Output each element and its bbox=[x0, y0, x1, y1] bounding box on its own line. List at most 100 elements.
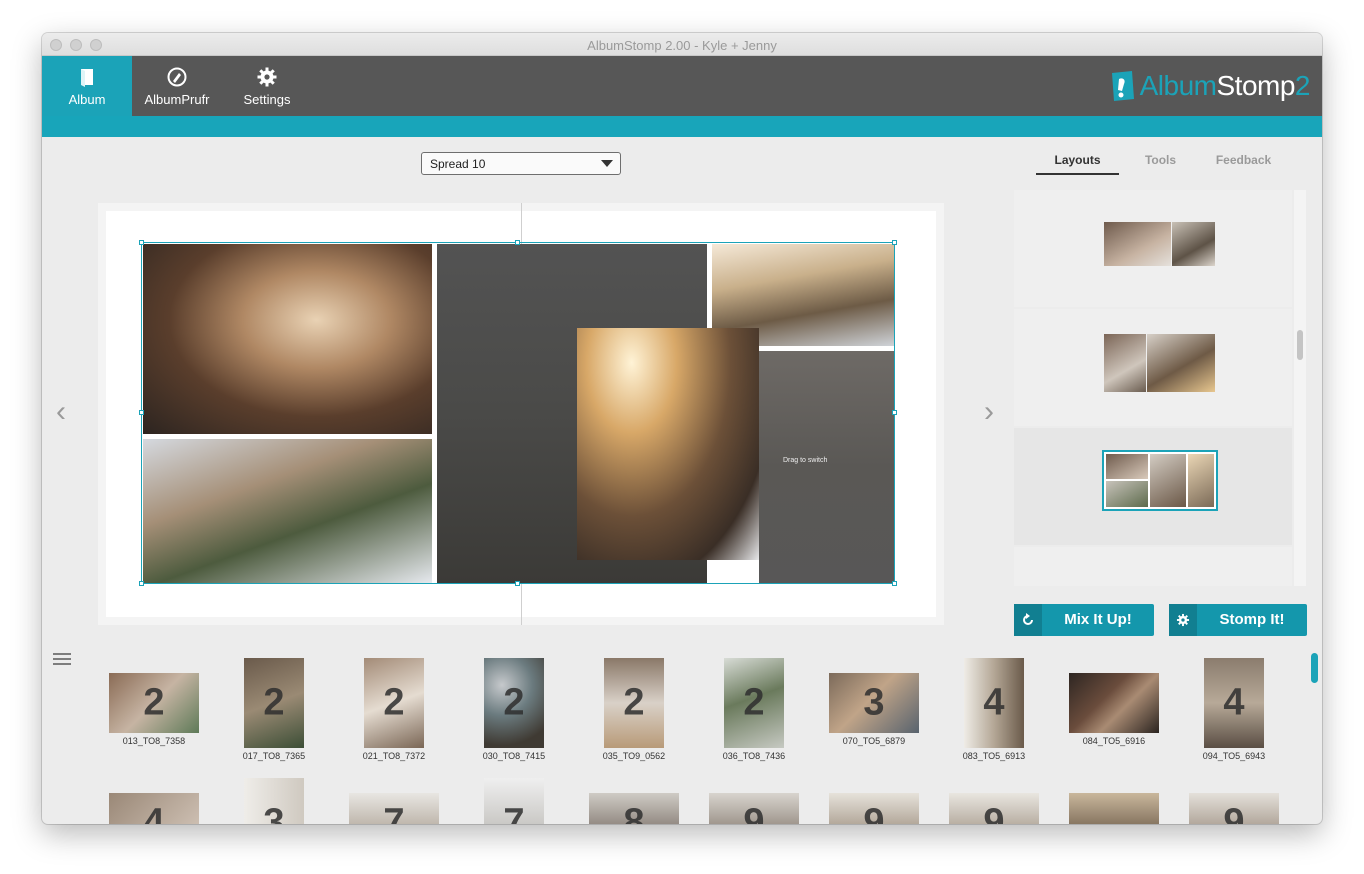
nav-albumprufr-button[interactable]: AlbumPrufr bbox=[132, 56, 222, 116]
mix-it-up-button[interactable]: Mix It Up! bbox=[1014, 604, 1154, 636]
usage-count: 2 bbox=[623, 681, 645, 724]
filmstrip-filename-10: 094_TO5_6943 bbox=[1202, 751, 1266, 761]
side-panel-tabs: Layouts Tools Feedback bbox=[1036, 153, 1286, 175]
usage-count: 4 bbox=[983, 681, 1005, 724]
filmstrip-filename-6: 036_TO8_7436 bbox=[722, 751, 786, 761]
logo-stomp-text: Stomp bbox=[1216, 70, 1295, 101]
title-bar: AlbumStomp 2.00 - Kyle + Jenny bbox=[42, 33, 1322, 56]
usage-count: 9 bbox=[983, 801, 1005, 825]
hamburger-menu-icon[interactable] bbox=[53, 653, 71, 668]
resize-handle-bottom-left[interactable] bbox=[139, 581, 144, 586]
nav-settings-button[interactable]: Settings bbox=[222, 56, 312, 116]
app-window: AlbumStomp 2.00 - Kyle + Jenny Album Alb… bbox=[42, 33, 1322, 824]
layout-thumb-3c bbox=[1150, 454, 1186, 507]
resize-handle-top-left[interactable] bbox=[139, 240, 144, 245]
layouts-scroll-thumb[interactable] bbox=[1297, 330, 1303, 360]
window-title: AlbumStomp 2.00 - Kyle + Jenny bbox=[587, 38, 777, 53]
filmstrip-thumb-5[interactable]: 2 bbox=[604, 658, 664, 748]
filmstrip-thumb-16[interactable]: 9 bbox=[709, 793, 799, 824]
layout-option-1[interactable] bbox=[1014, 190, 1292, 307]
filmstrip-thumb-19[interactable] bbox=[1069, 793, 1159, 824]
filmstrip-filename-8: 083_TO5_6913 bbox=[962, 751, 1026, 761]
usage-count: 4 bbox=[1223, 681, 1245, 724]
filmstrip-filename-1: 013_TO8_7358 bbox=[122, 736, 186, 746]
previous-spread-arrow-icon[interactable]: ‹ bbox=[56, 395, 66, 429]
filmstrip-thumb-10[interactable]: 4 bbox=[1204, 658, 1264, 748]
filmstrip-thumb-20[interactable]: 9 bbox=[1189, 793, 1279, 824]
usage-count: 2 bbox=[743, 681, 765, 724]
layout-thumb-1a bbox=[1104, 222, 1171, 266]
filmstrip-thumb-11[interactable]: 4 bbox=[109, 793, 199, 824]
usage-count: 9 bbox=[1223, 801, 1245, 825]
filmstrip-thumb-1[interactable]: 2 bbox=[109, 673, 199, 733]
resize-handle-bottom[interactable] bbox=[515, 581, 520, 586]
filmstrip-thumb-8[interactable]: 4 bbox=[964, 658, 1024, 748]
spread-select[interactable]: Spread 10 bbox=[421, 152, 621, 175]
nav-album-button[interactable]: Album bbox=[42, 56, 132, 116]
top-toolbar: Album AlbumPrufr Settings AlbumStomp2 bbox=[42, 56, 1322, 116]
filmstrip-thumb-2[interactable]: 2 bbox=[244, 658, 304, 748]
logo-mark-icon bbox=[1111, 71, 1134, 101]
tab-feedback[interactable]: Feedback bbox=[1202, 153, 1285, 175]
layout-thumb-1b bbox=[1172, 222, 1215, 266]
logo-version-text: 2 bbox=[1294, 70, 1311, 101]
logo-album-text: Album bbox=[1139, 70, 1217, 101]
usage-count: 2 bbox=[383, 681, 405, 724]
resize-handle-left[interactable] bbox=[139, 410, 144, 415]
filmstrip-thumb-13[interactable]: 7 bbox=[349, 793, 439, 824]
usage-count: 2 bbox=[143, 681, 165, 724]
layout-thumb-3d bbox=[1188, 454, 1214, 507]
album-icon bbox=[81, 69, 93, 87]
filmstrip-filename-5: 035_TO9_0562 bbox=[602, 751, 666, 761]
usage-count: 9 bbox=[743, 801, 765, 825]
usage-count: 8 bbox=[623, 801, 645, 825]
tab-tools[interactable]: Tools bbox=[1119, 153, 1202, 175]
filmstrip-thumb-7[interactable]: 3 bbox=[829, 673, 919, 733]
filmstrip-thumb-15[interactable]: 8 bbox=[589, 793, 679, 824]
filmstrip-thumb-17[interactable]: 9 bbox=[829, 793, 919, 824]
stomp-it-button[interactable]: Stomp It! bbox=[1169, 604, 1307, 636]
usage-count: 7 bbox=[503, 801, 525, 825]
filmstrip-thumb-6[interactable]: 2 bbox=[724, 658, 784, 748]
filmstrip-thumb-12[interactable]: 3 bbox=[244, 778, 304, 824]
layout-option-3-selected[interactable] bbox=[1014, 428, 1292, 545]
filmstrip-thumb-3[interactable]: 2 bbox=[364, 658, 424, 748]
tab-layouts[interactable]: Layouts bbox=[1036, 153, 1119, 175]
filmstrip-filename-2: 017_TO8_7365 bbox=[242, 751, 306, 761]
layout-option-2[interactable] bbox=[1014, 309, 1292, 426]
nav-albumprufr-label: AlbumPrufr bbox=[144, 92, 210, 107]
resize-handle-top[interactable] bbox=[515, 240, 520, 245]
layout-thumb-3a bbox=[1106, 454, 1148, 479]
chevron-down-icon bbox=[601, 160, 613, 167]
usage-count: 7 bbox=[383, 801, 405, 825]
usage-count: 3 bbox=[263, 801, 285, 825]
mix-it-up-label: Mix It Up! bbox=[1064, 611, 1132, 628]
refresh-icon bbox=[1014, 604, 1042, 636]
filmstrip-filename-3: 021_TO8_7372 bbox=[362, 751, 426, 761]
filmstrip-thumb-9[interactable] bbox=[1069, 673, 1159, 733]
gear-icon bbox=[257, 67, 277, 87]
layout-thumb-2b bbox=[1147, 334, 1215, 392]
resize-handle-top-right[interactable] bbox=[892, 240, 897, 245]
next-spread-arrow-icon[interactable]: › bbox=[984, 395, 994, 429]
filmstrip-filename-7: 070_TO5_6879 bbox=[842, 736, 906, 746]
layouts-scroll-track[interactable] bbox=[1294, 190, 1306, 586]
resize-handle-right[interactable] bbox=[892, 410, 897, 415]
filmstrip-thumb-4[interactable]: 2 bbox=[484, 658, 544, 748]
layout-option-4[interactable] bbox=[1014, 547, 1292, 586]
filmstrip-filename-4: 030_TO8_7415 bbox=[482, 751, 546, 761]
layout-thumb-2a bbox=[1104, 334, 1146, 392]
spread-select-value: Spread 10 bbox=[430, 157, 486, 171]
usage-count: 2 bbox=[503, 681, 525, 724]
accent-bar bbox=[42, 116, 1322, 137]
filmstrip-thumb-14[interactable]: 7 bbox=[484, 778, 544, 824]
usage-count: 4 bbox=[143, 801, 165, 825]
resize-handle-bottom-right[interactable] bbox=[892, 581, 897, 586]
nav-settings-label: Settings bbox=[243, 92, 291, 107]
usage-count: 9 bbox=[863, 801, 885, 825]
stomp-it-label: Stomp It! bbox=[1219, 611, 1285, 628]
usage-count: 2 bbox=[263, 681, 285, 724]
filmstrip-thumb-18[interactable]: 9 bbox=[949, 793, 1039, 824]
filmstrip-scroll-thumb[interactable] bbox=[1311, 653, 1318, 683]
nav-album-label: Album bbox=[68, 92, 106, 107]
